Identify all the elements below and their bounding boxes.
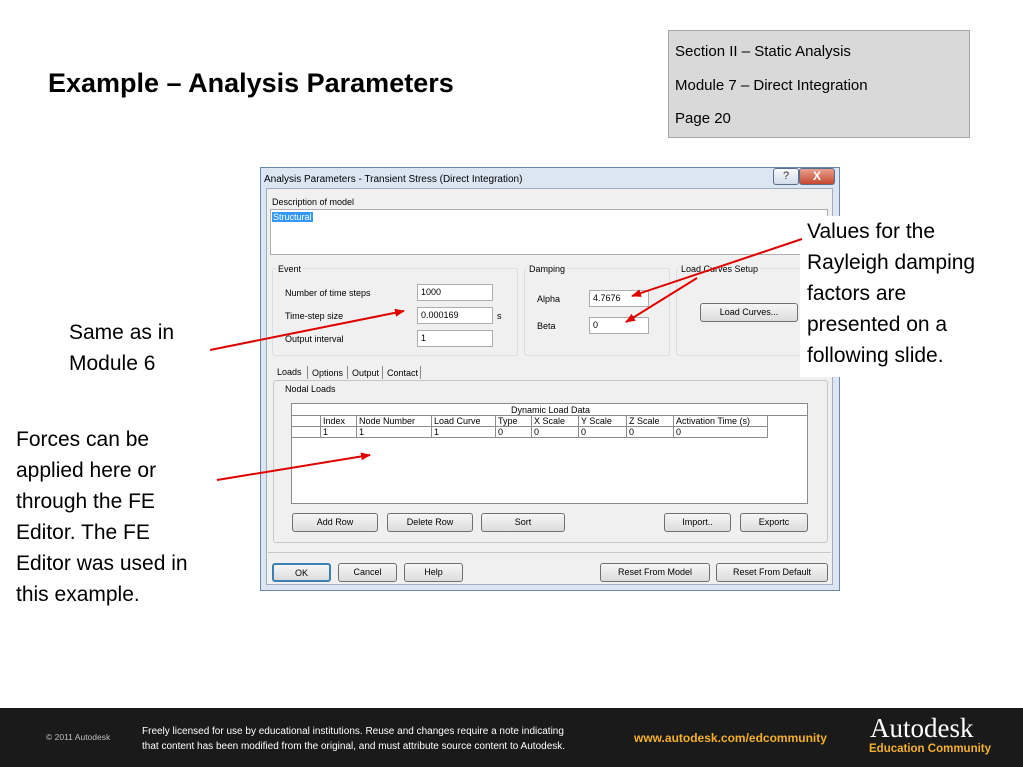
license-line: Freely licensed for use by educational i… [142, 726, 564, 737]
callout-arrows [209, 238, 803, 481]
autodesk-logo: Autodesk [870, 713, 974, 743]
footer-license: Freely licensed for use by educational i… [142, 724, 565, 754]
license-line: that content has been modified from the … [142, 741, 566, 752]
arrow-timestep [209, 308, 405, 351]
arrow-alpha [631, 238, 803, 297]
arrow-beta [625, 277, 698, 323]
footer-url[interactable]: www.autodesk.com/edcommunity [634, 731, 827, 745]
arrow-grid [216, 452, 371, 481]
education-community-label: Education Community [869, 743, 992, 755]
footer-copyright: © 2011 Autodesk [46, 732, 111, 742]
